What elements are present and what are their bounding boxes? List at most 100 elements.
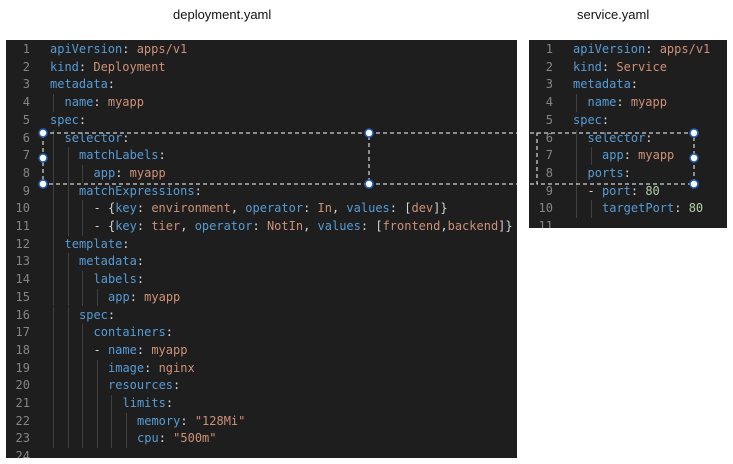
service-line-9: 9 - port: 80: [529, 182, 727, 201]
indent-guide: [82, 324, 83, 342]
code-text: app: myapp: [108, 289, 180, 307]
indent-guide: [53, 147, 54, 165]
token: containers: [93, 325, 166, 340]
deployment-line-3: 3 metadata:: [6, 76, 517, 94]
indent-guide: [53, 253, 54, 272]
token: frontend: [382, 219, 441, 233]
indent-guide: [53, 164, 54, 183]
indent-guide: [67, 395, 69, 413]
indent-guide: [53, 182, 54, 201]
indent-guide: [96, 288, 98, 307]
code-text: metadata:: [573, 76, 638, 94]
token: : [: [360, 219, 383, 233]
indent-guide: [67, 412, 69, 431]
line-number: 1: [545, 42, 553, 56]
indent-guide: [125, 430, 127, 449]
token: spec: [50, 112, 79, 127]
indent-guide: [67, 271, 69, 289]
token: myapp: [638, 148, 675, 163]
token: cpu: [137, 431, 159, 446]
token: :: [122, 130, 130, 145]
token: apps/v1: [659, 42, 711, 56]
indent-guide: [67, 147, 69, 165]
indent-guide: [53, 377, 54, 395]
token: :: [601, 59, 617, 74]
deployment-line-17: 17 containers:: [6, 324, 517, 342]
token: name: [64, 95, 94, 110]
code-text: cpu: "500m": [137, 430, 217, 448]
service-line-2: 2 kind: Service: [529, 59, 727, 77]
token: key: [115, 219, 137, 233]
token: :: [158, 431, 174, 446]
token: :: [623, 165, 631, 180]
token: apps/v1: [136, 42, 188, 56]
token: 80: [688, 201, 704, 216]
deployment-line-23: 23 cpu: "500m": [6, 430, 517, 449]
indent-guide: [53, 395, 54, 413]
line-number: 20: [15, 378, 30, 393]
line-number: 4: [545, 95, 553, 110]
line-number: 7: [22, 148, 30, 163]
indent-guide: [53, 306, 54, 325]
indent-guide: [53, 288, 54, 307]
service-line-11: 11: [529, 218, 727, 228]
line-number: 3: [22, 77, 30, 92]
deployment-line-8: 8 app: myapp: [6, 164, 517, 183]
token: :: [136, 342, 152, 357]
token: operator: [245, 201, 304, 216]
token: operator: [194, 219, 253, 233]
code-text: labels:: [94, 271, 145, 289]
token: labels: [93, 272, 137, 287]
deployment-line-2: 2 kind: Deployment: [6, 59, 517, 77]
line-number: 24: [15, 449, 30, 458]
token: :: [616, 95, 631, 110]
code-text: selector:: [588, 130, 653, 148]
token: ,: [331, 201, 347, 216]
token: :: [122, 42, 137, 56]
token: myapp: [144, 289, 181, 304]
deployment-line-19: 19 image: nginx: [6, 359, 517, 378]
code-text: selector:: [65, 130, 130, 148]
indent-guide: [53, 94, 54, 112]
token: -: [93, 342, 108, 357]
token: "128Mi": [194, 413, 246, 428]
indent-guide: [53, 271, 54, 289]
code-text: - {key: tier, operator: NotIn, values: […: [94, 218, 513, 236]
token: port: [601, 183, 631, 198]
token: :: [303, 201, 318, 216]
token: matchExpressions: [79, 183, 195, 198]
deployment-line-22: 22 memory: "128Mi": [6, 412, 517, 431]
code-text: name: myapp: [65, 94, 144, 112]
code-text: kind: Service: [573, 59, 667, 77]
indent-guide: [82, 430, 83, 449]
line-number: 18: [15, 342, 30, 357]
token: :: [165, 396, 174, 410]
token: :: [107, 307, 116, 322]
deployment-code-editor: 1 apiVersion: apps/v1 2 kind: Deployment 3 me…: [6, 40, 517, 458]
service-line-5: 5 spec:: [529, 112, 727, 130]
token: environment: [151, 201, 231, 216]
token: :: [136, 272, 145, 287]
code-text: - name: myapp: [94, 342, 188, 360]
deployment-line-1: 1 apiVersion: apps/v1: [6, 41, 517, 59]
line-number: 8: [545, 165, 553, 180]
indent-guide: [67, 200, 69, 218]
deployment-line-20: 20 resources:: [6, 377, 517, 395]
indent-guide: [53, 430, 54, 449]
token: :: [601, 112, 610, 127]
line-number: 12: [15, 236, 30, 251]
token: :: [107, 77, 116, 92]
token: ]}: [498, 219, 513, 233]
deployment-line-7: 7 matchLabels:: [6, 147, 517, 165]
token: -: [587, 183, 602, 198]
indent-guide: [67, 324, 69, 342]
token: : [: [389, 201, 412, 216]
line-number: 10: [15, 201, 30, 216]
indent-guide: [53, 218, 54, 236]
line-number: 5: [22, 112, 30, 127]
token: spec: [79, 307, 108, 322]
token: apiVersion: [50, 42, 123, 56]
token: dev: [411, 201, 434, 216]
token: :: [136, 201, 152, 216]
token: Deployment: [93, 59, 166, 74]
